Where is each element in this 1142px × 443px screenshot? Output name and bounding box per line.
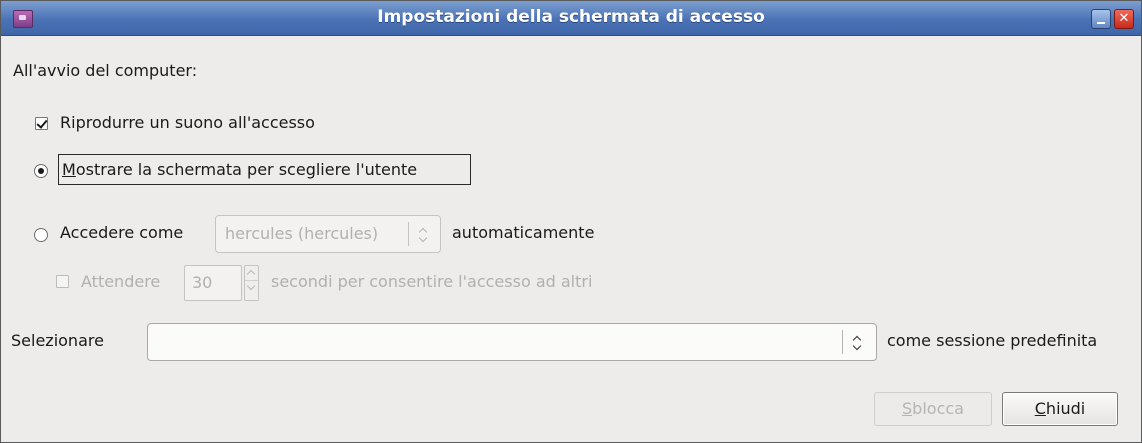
close-icon[interactable]: ✕	[1114, 9, 1134, 29]
combo-separator	[408, 222, 409, 246]
auto-login-label[interactable]: Accedere come	[60, 223, 183, 242]
close-label: hiudi	[1045, 399, 1086, 418]
show-user-chooser-text: ostrare la schermata per scegliere l'ute…	[75, 160, 418, 179]
title-bar[interactable]: Impostazioni della schermata di accesso …	[1, 1, 1141, 36]
minimize-icon[interactable]	[1091, 9, 1111, 29]
combo-separator	[842, 330, 843, 354]
session-combo[interactable]	[147, 323, 877, 361]
session-label: Selezionare	[11, 331, 104, 350]
wait-label: Attendere	[81, 272, 161, 291]
close-mnemonic: C	[1034, 399, 1046, 418]
close-button[interactable]: Chiudi	[1002, 392, 1118, 426]
chevron-updown-icon	[852, 334, 864, 352]
auto-login-suffix: automaticamente	[452, 223, 595, 242]
unlock-label: blocca	[912, 399, 964, 418]
unlock-mnemonic: S	[902, 399, 913, 418]
wait-suffix: secondi per consentire l'accesso ad altr…	[271, 272, 593, 291]
spinner-buttons[interactable]	[244, 265, 259, 301]
show-user-chooser-label[interactable]: Mostrare la schermata per scegliere l'ut…	[62, 160, 417, 179]
chevron-updown-icon	[418, 226, 430, 244]
auto-login-radio[interactable]	[34, 228, 48, 242]
spin-up-icon[interactable]	[245, 266, 258, 281]
section-label: All'avvio del computer:	[13, 61, 198, 80]
show-user-chooser-radio[interactable]	[34, 164, 48, 178]
wait-seconds-value: 30	[192, 273, 213, 292]
spin-down-icon[interactable]	[245, 281, 258, 295]
window-title: Impostazioni della schermata di accesso	[377, 7, 765, 27]
unlock-button[interactable]: Sblocca	[874, 392, 992, 426]
play-sound-checkbox[interactable]	[35, 117, 48, 130]
login-settings-window: Impostazioni della schermata di accesso …	[0, 0, 1142, 443]
auto-login-user-value: hercules (hercules)	[225, 224, 379, 243]
play-sound-label[interactable]: Riprodurre un suono all'accesso	[60, 113, 315, 132]
session-suffix: come sessione predefinita	[887, 331, 1098, 350]
wait-checkbox[interactable]	[56, 275, 69, 288]
wait-seconds-spinner[interactable]: 30	[184, 265, 242, 301]
auto-login-user-combo[interactable]: hercules (hercules)	[215, 215, 441, 253]
